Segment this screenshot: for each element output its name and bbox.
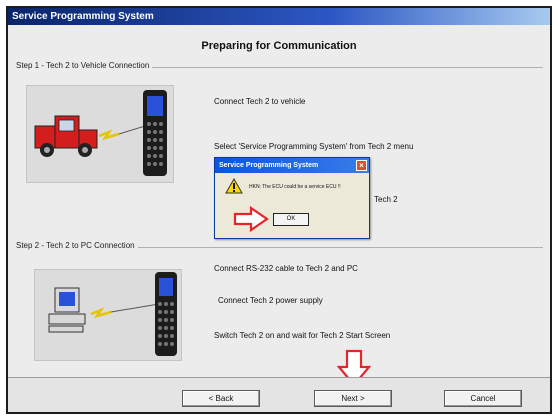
pc-tech2-image	[48, 272, 177, 356]
dialog-ok-button[interactable]: OK	[273, 213, 309, 226]
step2-label: Step 2 - Tech 2 to PC Connection	[16, 241, 138, 250]
app-window: Service Programming System Preparing for…	[6, 6, 552, 414]
cancel-button[interactable]: Cancel	[444, 390, 522, 407]
step1-instruction-1: Connect Tech 2 to vehicle	[214, 97, 306, 106]
step1-instruction-2: Select 'Service Programming System' from…	[214, 142, 414, 151]
step1-instruction-3-end: Tech 2	[374, 195, 398, 204]
step2-instruction-1: Connect RS-232 cable to Tech 2 and PC	[214, 264, 358, 273]
dialog-title: Service Programming System	[219, 162, 319, 169]
truck-tech2-image	[34, 90, 167, 176]
step2-instruction-3: Switch Tech 2 on and wait for Tech 2 Sta…	[214, 331, 391, 340]
dialog-message: HKN: The ECU could be a service ECU !!	[249, 184, 341, 190]
back-button[interactable]: < Back	[182, 390, 260, 407]
next-button[interactable]: Next >	[314, 390, 392, 407]
close-icon: ×	[359, 161, 364, 170]
dialog-close-button[interactable]: ×	[356, 160, 367, 171]
annotation-arrow-right-icon	[233, 206, 269, 232]
vehicle-illustration	[26, 85, 174, 183]
warning-icon	[225, 178, 243, 194]
warning-dialog: Service Programming System × HKN: The EC…	[214, 157, 370, 239]
window-titlebar: Service Programming System	[8, 8, 550, 25]
pc-illustration	[34, 269, 182, 361]
wizard-button-bar: < Back Next > Cancel	[8, 377, 550, 412]
step1-label: Step 1 - Tech 2 to Vehicle Connection	[16, 61, 153, 70]
step2-instruction-2: Connect Tech 2 power supply	[218, 296, 323, 305]
page-title: Preparing for Communication	[201, 40, 357, 52]
dialog-titlebar: Service Programming System ×	[215, 158, 369, 173]
main-content: Preparing for Communication Step 1 - Tec…	[8, 25, 550, 387]
window-title: Service Programming System	[12, 11, 154, 22]
